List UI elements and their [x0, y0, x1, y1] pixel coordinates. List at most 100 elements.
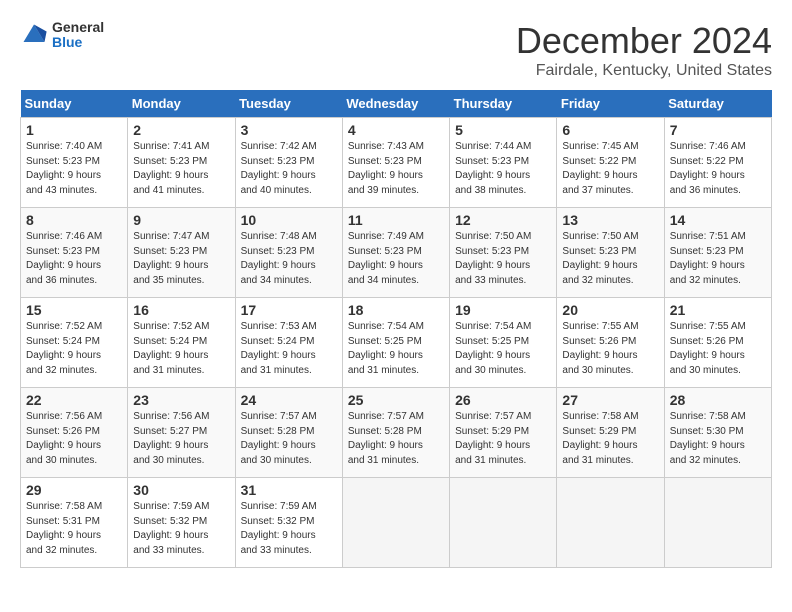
calendar-cell — [664, 478, 771, 568]
calendar-cell: 5 Sunrise: 7:44 AM Sunset: 5:23 PM Dayli… — [450, 118, 557, 208]
calendar-cell: 23 Sunrise: 7:56 AM Sunset: 5:27 PM Dayl… — [128, 388, 235, 478]
calendar-subtitle: Fairdale, Kentucky, United States — [516, 62, 772, 80]
calendar-week-row: 8 Sunrise: 7:46 AM Sunset: 5:23 PM Dayli… — [21, 208, 772, 298]
calendar-cell: 31 Sunrise: 7:59 AM Sunset: 5:32 PM Dayl… — [235, 478, 342, 568]
day-info: Sunrise: 7:58 AM Sunset: 5:31 PM Dayligh… — [26, 500, 122, 558]
day-info: Sunrise: 7:55 AM Sunset: 5:26 PM Dayligh… — [670, 320, 766, 378]
calendar-cell: 3 Sunrise: 7:42 AM Sunset: 5:23 PM Dayli… — [235, 118, 342, 208]
calendar-cell: 1 Sunrise: 7:40 AM Sunset: 5:23 PM Dayli… — [21, 118, 128, 208]
calendar-cell: 28 Sunrise: 7:58 AM Sunset: 5:30 PM Dayl… — [664, 388, 771, 478]
logo-text: General Blue — [52, 20, 104, 51]
calendar-cell: 13 Sunrise: 7:50 AM Sunset: 5:23 PM Dayl… — [557, 208, 664, 298]
day-number: 28 — [670, 392, 766, 408]
day-info: Sunrise: 7:48 AM Sunset: 5:23 PM Dayligh… — [241, 230, 337, 288]
weekday-header-saturday: Saturday — [664, 90, 771, 118]
calendar-week-row: 22 Sunrise: 7:56 AM Sunset: 5:26 PM Dayl… — [21, 388, 772, 478]
day-number: 22 — [26, 392, 122, 408]
weekday-header-tuesday: Tuesday — [235, 90, 342, 118]
day-number: 23 — [133, 392, 229, 408]
day-info: Sunrise: 7:55 AM Sunset: 5:26 PM Dayligh… — [562, 320, 658, 378]
day-info: Sunrise: 7:57 AM Sunset: 5:29 PM Dayligh… — [455, 410, 551, 468]
logo: General Blue — [20, 20, 104, 51]
calendar-cell: 2 Sunrise: 7:41 AM Sunset: 5:23 PM Dayli… — [128, 118, 235, 208]
calendar-cell: 26 Sunrise: 7:57 AM Sunset: 5:29 PM Dayl… — [450, 388, 557, 478]
weekday-header-thursday: Thursday — [450, 90, 557, 118]
day-number: 12 — [455, 212, 551, 228]
day-info: Sunrise: 7:44 AM Sunset: 5:23 PM Dayligh… — [455, 140, 551, 198]
calendar-cell: 22 Sunrise: 7:56 AM Sunset: 5:26 PM Dayl… — [21, 388, 128, 478]
day-info: Sunrise: 7:42 AM Sunset: 5:23 PM Dayligh… — [241, 140, 337, 198]
calendar-cell: 18 Sunrise: 7:54 AM Sunset: 5:25 PM Dayl… — [342, 298, 449, 388]
day-info: Sunrise: 7:58 AM Sunset: 5:29 PM Dayligh… — [562, 410, 658, 468]
calendar-cell: 10 Sunrise: 7:48 AM Sunset: 5:23 PM Dayl… — [235, 208, 342, 298]
day-number: 26 — [455, 392, 551, 408]
calendar-cell: 17 Sunrise: 7:53 AM Sunset: 5:24 PM Dayl… — [235, 298, 342, 388]
calendar-cell: 20 Sunrise: 7:55 AM Sunset: 5:26 PM Dayl… — [557, 298, 664, 388]
day-number: 1 — [26, 122, 122, 138]
day-number: 16 — [133, 302, 229, 318]
day-info: Sunrise: 7:49 AM Sunset: 5:23 PM Dayligh… — [348, 230, 444, 288]
day-number: 15 — [26, 302, 122, 318]
calendar-cell — [342, 478, 449, 568]
day-number: 4 — [348, 122, 444, 138]
day-number: 17 — [241, 302, 337, 318]
day-info: Sunrise: 7:57 AM Sunset: 5:28 PM Dayligh… — [241, 410, 337, 468]
calendar-cell: 19 Sunrise: 7:54 AM Sunset: 5:25 PM Dayl… — [450, 298, 557, 388]
calendar-cell: 7 Sunrise: 7:46 AM Sunset: 5:22 PM Dayli… — [664, 118, 771, 208]
day-number: 5 — [455, 122, 551, 138]
calendar-cell: 8 Sunrise: 7:46 AM Sunset: 5:23 PM Dayli… — [21, 208, 128, 298]
calendar-table: SundayMondayTuesdayWednesdayThursdayFrid… — [20, 90, 772, 568]
calendar-title: December 2024 — [516, 20, 772, 62]
calendar-cell: 12 Sunrise: 7:50 AM Sunset: 5:23 PM Dayl… — [450, 208, 557, 298]
day-number: 3 — [241, 122, 337, 138]
day-number: 29 — [26, 482, 122, 498]
calendar-cell: 4 Sunrise: 7:43 AM Sunset: 5:23 PM Dayli… — [342, 118, 449, 208]
day-number: 10 — [241, 212, 337, 228]
day-info: Sunrise: 7:46 AM Sunset: 5:23 PM Dayligh… — [26, 230, 122, 288]
weekday-header-friday: Friday — [557, 90, 664, 118]
day-number: 24 — [241, 392, 337, 408]
day-info: Sunrise: 7:56 AM Sunset: 5:27 PM Dayligh… — [133, 410, 229, 468]
calendar-cell: 9 Sunrise: 7:47 AM Sunset: 5:23 PM Dayli… — [128, 208, 235, 298]
weekday-header-row: SundayMondayTuesdayWednesdayThursdayFrid… — [21, 90, 772, 118]
calendar-cell: 14 Sunrise: 7:51 AM Sunset: 5:23 PM Dayl… — [664, 208, 771, 298]
day-info: Sunrise: 7:50 AM Sunset: 5:23 PM Dayligh… — [562, 230, 658, 288]
title-section: December 2024 Fairdale, Kentucky, United… — [516, 20, 772, 80]
calendar-cell: 6 Sunrise: 7:45 AM Sunset: 5:22 PM Dayli… — [557, 118, 664, 208]
weekday-header-wednesday: Wednesday — [342, 90, 449, 118]
calendar-cell: 15 Sunrise: 7:52 AM Sunset: 5:24 PM Dayl… — [21, 298, 128, 388]
day-number: 20 — [562, 302, 658, 318]
calendar-cell — [450, 478, 557, 568]
calendar-cell — [557, 478, 664, 568]
day-number: 7 — [670, 122, 766, 138]
day-info: Sunrise: 7:52 AM Sunset: 5:24 PM Dayligh… — [26, 320, 122, 378]
day-number: 19 — [455, 302, 551, 318]
calendar-cell: 16 Sunrise: 7:52 AM Sunset: 5:24 PM Dayl… — [128, 298, 235, 388]
day-number: 6 — [562, 122, 658, 138]
day-number: 2 — [133, 122, 229, 138]
calendar-cell: 24 Sunrise: 7:57 AM Sunset: 5:28 PM Dayl… — [235, 388, 342, 478]
calendar-week-row: 29 Sunrise: 7:58 AM Sunset: 5:31 PM Dayl… — [21, 478, 772, 568]
day-number: 14 — [670, 212, 766, 228]
weekday-header-sunday: Sunday — [21, 90, 128, 118]
day-number: 21 — [670, 302, 766, 318]
logo-general: General — [52, 20, 104, 35]
page-header: General Blue December 2024 Fairdale, Ken… — [20, 20, 772, 80]
day-info: Sunrise: 7:45 AM Sunset: 5:22 PM Dayligh… — [562, 140, 658, 198]
day-info: Sunrise: 7:50 AM Sunset: 5:23 PM Dayligh… — [455, 230, 551, 288]
day-number: 18 — [348, 302, 444, 318]
calendar-cell: 11 Sunrise: 7:49 AM Sunset: 5:23 PM Dayl… — [342, 208, 449, 298]
day-number: 9 — [133, 212, 229, 228]
day-info: Sunrise: 7:59 AM Sunset: 5:32 PM Dayligh… — [241, 500, 337, 558]
day-info: Sunrise: 7:54 AM Sunset: 5:25 PM Dayligh… — [455, 320, 551, 378]
day-info: Sunrise: 7:54 AM Sunset: 5:25 PM Dayligh… — [348, 320, 444, 378]
day-info: Sunrise: 7:46 AM Sunset: 5:22 PM Dayligh… — [670, 140, 766, 198]
day-info: Sunrise: 7:41 AM Sunset: 5:23 PM Dayligh… — [133, 140, 229, 198]
calendar-cell: 25 Sunrise: 7:57 AM Sunset: 5:28 PM Dayl… — [342, 388, 449, 478]
calendar-cell: 21 Sunrise: 7:55 AM Sunset: 5:26 PM Dayl… — [664, 298, 771, 388]
day-number: 11 — [348, 212, 444, 228]
day-info: Sunrise: 7:51 AM Sunset: 5:23 PM Dayligh… — [670, 230, 766, 288]
calendar-cell: 27 Sunrise: 7:58 AM Sunset: 5:29 PM Dayl… — [557, 388, 664, 478]
day-info: Sunrise: 7:53 AM Sunset: 5:24 PM Dayligh… — [241, 320, 337, 378]
logo-blue: Blue — [52, 35, 104, 50]
